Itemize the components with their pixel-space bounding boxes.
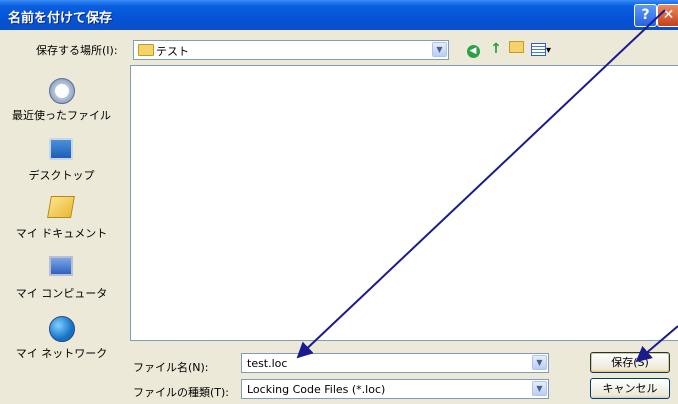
chevron-down-icon: ▾	[545, 45, 552, 56]
filetype-value: Locking Code Files (*.loc)	[247, 383, 386, 396]
filename-input[interactable]: test.loc ▼	[241, 353, 549, 373]
place-label: デスクトップ	[28, 169, 95, 182]
title-bar[interactable]: 名前を付けて保存 ? ✕	[0, 0, 678, 30]
up-one-level-button[interactable]: ↑	[486, 39, 506, 59]
place-my-computer[interactable]: マイ コンピュータ	[2, 250, 121, 312]
cancel-button[interactable]: キャンセル	[590, 378, 670, 399]
up-folder-icon: ↑	[490, 41, 502, 57]
filename-value: test.loc	[247, 357, 288, 370]
my-network-icon	[49, 316, 75, 342]
filetype-dropdown[interactable]: Locking Code Files (*.loc) ▼	[241, 379, 549, 399]
save-location-value: テスト	[156, 45, 189, 58]
save-as-dialog: 名前を付けて保存 ? ✕ 保存する場所(I): テスト ▼ ◀ ↑ ▾ 最近使っ…	[0, 0, 678, 404]
back-button[interactable]: ◀	[463, 39, 483, 59]
save-location-label: 保存する場所(I):	[36, 44, 118, 57]
place-label: マイ コンピュータ	[15, 287, 108, 300]
back-icon: ◀	[466, 45, 480, 58]
chevron-down-icon[interactable]: ▼	[532, 381, 547, 396]
view-menu-button[interactable]: ▾	[527, 39, 555, 59]
my-computer-icon	[49, 256, 73, 276]
places-bar: 最近使ったファイル デスクトップ マイ ドキュメント マイ コンピュータ マイ …	[2, 72, 121, 372]
folder-icon	[138, 44, 154, 56]
chevron-down-icon[interactable]: ▼	[432, 42, 447, 57]
place-recent-files[interactable]: 最近使ったファイル	[2, 72, 121, 134]
view-icon	[530, 42, 546, 56]
place-my-documents[interactable]: マイ ドキュメント	[2, 190, 121, 252]
new-folder-icon	[508, 41, 524, 53]
recent-files-icon	[49, 78, 75, 104]
my-documents-icon	[47, 196, 75, 218]
save-location-dropdown[interactable]: テスト ▼	[133, 40, 449, 60]
filename-label: ファイル名(N):	[133, 361, 209, 374]
dialog-title: 名前を付けて保存	[8, 11, 113, 26]
close-button[interactable]: ✕	[657, 4, 678, 27]
desktop-icon	[49, 138, 73, 160]
place-label: マイ ドキュメント	[15, 227, 108, 240]
place-my-network[interactable]: マイ ネットワーク	[2, 310, 121, 372]
new-folder-button[interactable]	[506, 39, 526, 59]
chevron-down-icon[interactable]: ▼	[532, 355, 547, 370]
place-label: マイ ネットワーク	[15, 347, 108, 360]
filetype-label: ファイルの種類(T):	[133, 386, 230, 399]
help-button[interactable]: ?	[634, 4, 657, 27]
place-desktop[interactable]: デスクトップ	[2, 132, 121, 194]
place-label: 最近使ったファイル	[12, 109, 111, 122]
save-button[interactable]: 保存(S)	[590, 352, 670, 373]
file-list-view[interactable]	[130, 65, 678, 341]
